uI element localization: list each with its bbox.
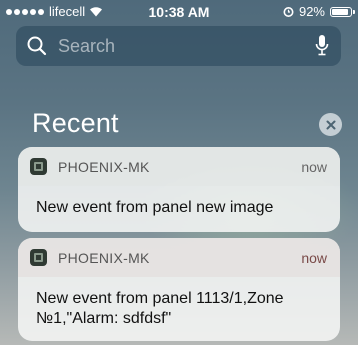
battery-level xyxy=(332,8,348,15)
notification-message: New event from panel 1113/1,Zone №1,"Ala… xyxy=(36,290,284,327)
close-icon xyxy=(326,120,335,129)
recent-title: Recent xyxy=(32,108,119,138)
microphone-icon[interactable] xyxy=(315,34,329,58)
app-icon xyxy=(30,249,47,266)
battery-percent: 92% xyxy=(298,4,325,19)
status-right: 92% xyxy=(283,4,355,19)
notification-header: PHOENIX-MK now xyxy=(18,147,340,186)
notification-time: now xyxy=(301,159,327,175)
search-field[interactable]: Search xyxy=(16,26,341,66)
notification-time: now xyxy=(301,250,327,266)
notification-header: PHOENIX-MK now xyxy=(18,238,340,277)
search-icon xyxy=(27,36,47,56)
app-name: PHOENIX-MK xyxy=(58,159,150,175)
notification-card[interactable]: PHOENIX-MK now New event from panel 1113… xyxy=(18,238,340,341)
app-icon xyxy=(30,158,47,175)
status-bar: lifecell 10:38 AM 92% xyxy=(0,0,358,22)
search-placeholder: Search xyxy=(58,36,116,56)
battery-icon xyxy=(330,6,355,17)
clear-notifications-button[interactable] xyxy=(319,113,342,136)
app-name: PHOENIX-MK xyxy=(58,250,150,266)
notification-card[interactable]: PHOENIX-MK now New event from panel new … xyxy=(18,147,340,232)
alarm-icon xyxy=(283,7,294,17)
notification-message: New event from panel new image xyxy=(36,199,274,216)
